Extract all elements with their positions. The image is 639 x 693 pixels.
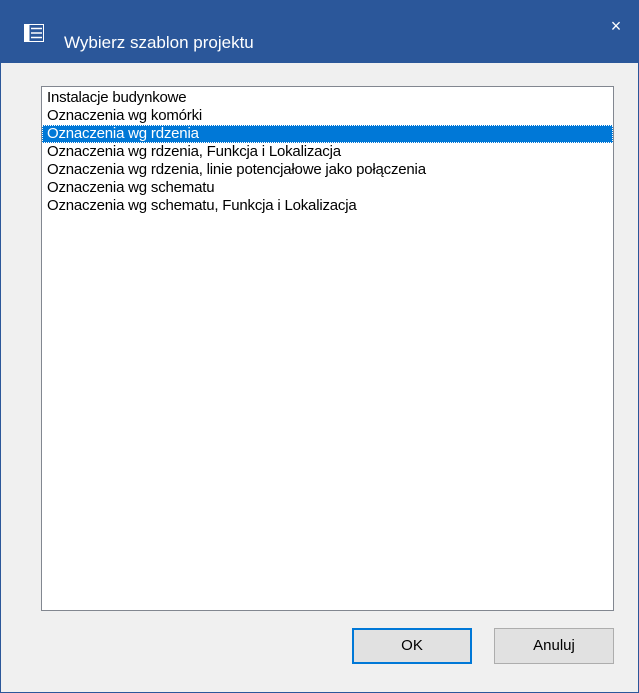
- list-item[interactable]: Instalacje budynkowe: [42, 89, 613, 107]
- list-icon: [24, 24, 44, 42]
- list-item[interactable]: Oznaczenia wg rdzenia: [42, 125, 613, 143]
- list-item[interactable]: Oznaczenia wg schematu: [42, 179, 613, 197]
- dialog-window: Wybierz szablon projektu × Instalacje bu…: [0, 0, 639, 693]
- list-item[interactable]: Oznaczenia wg schematu, Funkcja i Lokali…: [42, 197, 613, 215]
- template-listbox[interactable]: Instalacje budynkowe Oznaczenia wg komórk…: [41, 86, 614, 611]
- close-button[interactable]: ×: [601, 11, 631, 41]
- list-item[interactable]: Oznaczenia wg rdzenia, linie potencjałow…: [42, 161, 613, 179]
- list-item[interactable]: Oznaczenia wg komórki: [42, 107, 613, 125]
- title-bar[interactable]: Wybierz szablon projektu ×: [1, 1, 638, 63]
- list-item[interactable]: Oznaczenia wg rdzenia, Funkcja i Lokaliz…: [42, 143, 613, 161]
- dialog-title: Wybierz szablon projektu: [64, 33, 254, 52]
- cancel-button[interactable]: Anuluj: [494, 628, 614, 664]
- ok-button[interactable]: OK: [352, 628, 472, 664]
